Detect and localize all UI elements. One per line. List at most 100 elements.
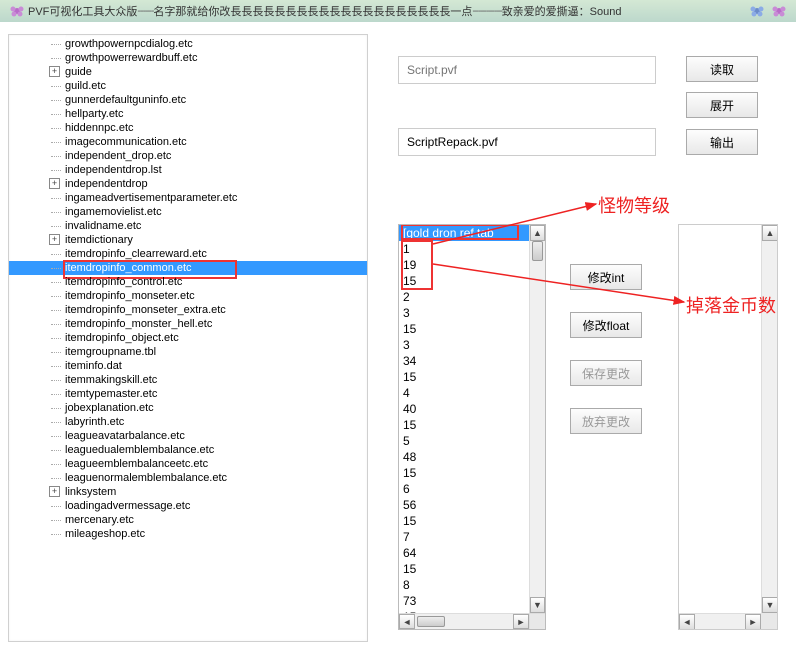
horizontal-scrollbar[interactable]: ◄ ► [679, 613, 761, 629]
tree-item[interactable]: imagecommunication.etc [9, 135, 367, 149]
tree-item[interactable]: itemdropinfo_monster_hell.etc [9, 317, 367, 331]
tree-item[interactable]: itemdropinfo_monseter_extra.etc [9, 303, 367, 317]
tree-item[interactable]: +linksystem [9, 485, 367, 499]
tree-connector-icon [51, 352, 61, 353]
list-item[interactable]: 3 [399, 337, 529, 353]
list-item[interactable]: 15 [399, 321, 529, 337]
tree-connector-icon [51, 142, 61, 143]
tree-item[interactable]: leagueemblembalanceetc.etc [9, 457, 367, 471]
script-source-input[interactable] [398, 56, 656, 84]
list-item[interactable]: 34 [399, 353, 529, 369]
file-tree-panel[interactable]: growthpowernpcdialog.etcgrowthpowerrewar… [8, 34, 368, 642]
list-item[interactable]: 7 [399, 529, 529, 545]
tree-item[interactable]: independent_drop.etc [9, 149, 367, 163]
tree-item[interactable]: ingamemovielist.etc [9, 205, 367, 219]
list-item[interactable]: 15 [399, 465, 529, 481]
scroll-down-icon[interactable]: ▼ [762, 597, 778, 613]
list-item[interactable]: 1 [399, 241, 529, 257]
scroll-right-icon[interactable]: ► [745, 614, 761, 630]
scroll-right-icon[interactable]: ► [513, 614, 529, 629]
scroll-down-icon[interactable]: ▼ [530, 597, 545, 613]
expand-icon[interactable]: + [49, 234, 60, 245]
title-right: 致亲爱的爱撕逼：Sound [502, 3, 622, 19]
scroll-up-icon[interactable]: ▲ [530, 225, 545, 241]
tree-connector-icon [51, 226, 61, 227]
discard-changes-button[interactable]: 放弃更改 [570, 408, 642, 434]
save-changes-button[interactable]: 保存更改 [570, 360, 642, 386]
list-item[interactable]: 73 [399, 593, 529, 609]
tree-item[interactable]: gunnerdefaultguninfo.etc [9, 93, 367, 107]
list-item[interactable]: 15 [399, 513, 529, 529]
tree-item[interactable]: +itemdictionary [9, 233, 367, 247]
tree-item[interactable]: hiddennpc.etc [9, 121, 367, 135]
tree-item[interactable]: growthpowerrewardbuff.etc [9, 51, 367, 65]
tree-item[interactable]: hellparty.etc [9, 107, 367, 121]
tree-item[interactable]: growthpowernpcdialog.etc [9, 37, 367, 51]
list-item[interactable]: 64 [399, 545, 529, 561]
list-item[interactable]: 40 [399, 401, 529, 417]
list-item[interactable]: 5 [399, 433, 529, 449]
tree-item[interactable]: itemdropinfo_object.etc [9, 331, 367, 345]
tree-item[interactable]: +guide [9, 65, 367, 79]
list-item[interactable]: 15 [399, 369, 529, 385]
expand-icon[interactable]: + [49, 178, 60, 189]
list-item[interactable]: 4 [399, 385, 529, 401]
data-listbox[interactable]: [gold dron ref tab1191523153341544015548… [398, 224, 546, 630]
tree-item[interactable]: itemgroupname.tbl [9, 345, 367, 359]
list-item[interactable]: 15 [399, 273, 529, 289]
list-item[interactable]: 15 [399, 561, 529, 577]
vertical-scrollbar[interactable]: ▲ ▼ [761, 225, 777, 613]
expand-icon[interactable]: + [49, 66, 60, 77]
tree-item[interactable]: labyrinth.etc [9, 415, 367, 429]
tree-item[interactable]: ingameadvertisementparameter.etc [9, 191, 367, 205]
tree-item[interactable]: leaguenormalemblembalance.etc [9, 471, 367, 485]
tree-item[interactable]: mileageshop.etc [9, 527, 367, 541]
tree-item[interactable]: invalidname.etc [9, 219, 367, 233]
output-textarea[interactable]: ▲ ▼ ◄ ► [678, 224, 778, 630]
tree-item[interactable]: leaguedualemblembalance.etc [9, 443, 367, 457]
scroll-left-icon[interactable]: ◄ [679, 614, 695, 630]
tree-item[interactable]: itemdropinfo_common.etc [9, 261, 367, 275]
list-item[interactable]: 56 [399, 497, 529, 513]
list-item[interactable]: 2 [399, 289, 529, 305]
tree-item[interactable]: itemdropinfo_monseter.etc [9, 289, 367, 303]
scroll-thumb[interactable] [417, 616, 445, 627]
tree-item[interactable]: guild.etc [9, 79, 367, 93]
tree-item-label: hiddennpc.etc [65, 122, 134, 134]
tree-item[interactable]: itemmakingskill.etc [9, 373, 367, 387]
tree-item[interactable]: loadingadvermessage.etc [9, 499, 367, 513]
list-item[interactable]: 8 [399, 577, 529, 593]
list-item[interactable]: 15 [399, 417, 529, 433]
list-item[interactable]: 19 [399, 257, 529, 273]
scroll-left-icon[interactable]: ◄ [399, 614, 415, 629]
scroll-thumb[interactable] [532, 241, 543, 261]
tree-item[interactable]: itemdropinfo_clearreward.etc [9, 247, 367, 261]
tree-item[interactable]: mercenary.etc [9, 513, 367, 527]
read-button[interactable]: 读取 [686, 56, 758, 82]
tree-item-label: itemmakingskill.etc [65, 374, 157, 386]
expand-button[interactable]: 展开 [686, 92, 758, 118]
modify-int-button[interactable]: 修改int [570, 264, 642, 290]
output-button[interactable]: 输出 [686, 129, 758, 155]
list-item[interactable]: 6 [399, 481, 529, 497]
tree-item[interactable]: itemtypemaster.etc [9, 387, 367, 401]
horizontal-scrollbar[interactable]: ◄ ► [399, 613, 529, 629]
list-item[interactable]: [gold dron ref tab [399, 225, 529, 241]
tree-item-label: jobexplanation.etc [65, 402, 154, 414]
tree-item[interactable]: itemdropinfo_control.etc [9, 275, 367, 289]
script-repack-input[interactable] [398, 128, 656, 156]
tree-item[interactable]: iteminfo.dat [9, 359, 367, 373]
tree-item-label: gunnerdefaultguninfo.etc [65, 94, 186, 106]
scroll-up-icon[interactable]: ▲ [762, 225, 778, 241]
list-item[interactable]: 48 [399, 449, 529, 465]
list-item[interactable]: 3 [399, 305, 529, 321]
vertical-scrollbar[interactable]: ▲ ▼ [529, 225, 545, 613]
expand-icon[interactable]: + [49, 486, 60, 497]
tree-item[interactable]: +independentdrop [9, 177, 367, 191]
tree-item[interactable]: leagueavatarbalance.etc [9, 429, 367, 443]
modify-float-button[interactable]: 修改float [570, 312, 642, 338]
tree-item[interactable]: jobexplanation.etc [9, 401, 367, 415]
tree-connector-icon [51, 282, 61, 283]
tree-item[interactable]: independentdrop.lst [9, 163, 367, 177]
tree-item-label: leaguenormalemblembalance.etc [65, 472, 227, 484]
